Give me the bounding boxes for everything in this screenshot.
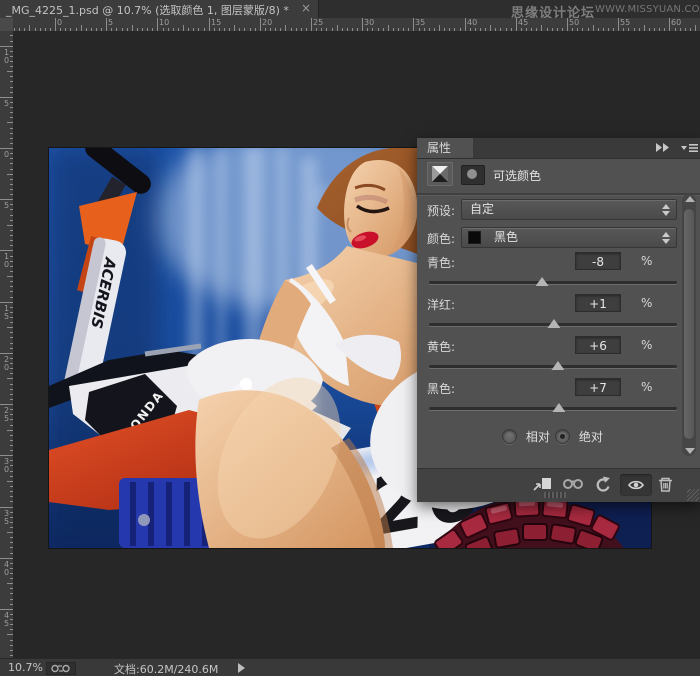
- preset-value: 自定: [470, 202, 494, 216]
- yellow-label: 黄色:: [427, 338, 455, 355]
- panel-resize-grip[interactable]: [544, 492, 566, 498]
- magenta-slider-thumb[interactable]: [547, 319, 560, 328]
- panel-menu-icon[interactable]: [681, 142, 698, 154]
- preset-select[interactable]: 自定: [461, 199, 677, 220]
- yellow-value-input[interactable]: +6: [575, 336, 621, 354]
- magenta-unit: %: [641, 296, 652, 310]
- color-select[interactable]: 黑色: [461, 227, 677, 248]
- yellow-slider-track[interactable]: [429, 365, 677, 368]
- statusbar: 10.7% 文档:60.2M/240.6M: [0, 658, 700, 676]
- photoshop-window: _MG_4225_1.psd @ 10.7% (选取颜色 1, 图层蒙版/8) …: [0, 0, 700, 676]
- document-title: _MG_4225_1.psd @ 10.7% (选取颜色 1, 图层蒙版/8) …: [6, 2, 289, 18]
- radio-relative-circle[interactable]: [502, 429, 517, 444]
- radio-relative[interactable]: 相对: [502, 428, 550, 444]
- eye-icon: [628, 479, 644, 491]
- layer-mask-icon[interactable]: [461, 165, 485, 185]
- selective-color-icon[interactable]: [427, 162, 453, 186]
- radio-absolute[interactable]: 绝对: [555, 428, 603, 444]
- zoom-level-field[interactable]: 10.7%: [8, 661, 43, 674]
- black-slider-track[interactable]: [429, 407, 677, 410]
- titlebar: _MG_4225_1.psd @ 10.7% (选取颜色 1, 图层蒙版/8) …: [0, 0, 700, 18]
- panel-scrollbar-thumb[interactable]: [683, 208, 695, 440]
- scroll-down-icon[interactable]: [685, 448, 695, 454]
- top-ruler[interactable]: 051015202530354045505560: [13, 18, 700, 32]
- cyan-slider-track[interactable]: [429, 281, 677, 284]
- magenta-value-input[interactable]: +1: [575, 294, 621, 312]
- black-unit: %: [641, 380, 652, 394]
- panel-corner-grip[interactable]: [687, 489, 699, 501]
- collapse-panel-icon[interactable]: [655, 142, 670, 153]
- updown-arrows-icon: [662, 203, 671, 217]
- color-swatch: [468, 231, 481, 244]
- document-size-info: 文档:60.2M/240.6M: [114, 661, 218, 676]
- properties-panel: 属性 可选颜色 预设: 自定: [417, 138, 700, 502]
- delete-adjustment-icon[interactable]: [657, 476, 679, 494]
- status-menu-arrow-icon[interactable]: [238, 663, 245, 673]
- magenta-slider-track[interactable]: [429, 323, 677, 326]
- color-label: 颜色:: [427, 230, 455, 247]
- cyan-slider-thumb[interactable]: [536, 277, 549, 286]
- document-tab[interactable]: _MG_4225_1.psd @ 10.7% (选取颜色 1, 图层蒙版/8) …: [0, 0, 319, 18]
- status-gears-icon: [46, 662, 76, 675]
- updown-arrows-icon: [662, 231, 671, 245]
- yellow-unit: %: [641, 338, 652, 352]
- cyan-value-input[interactable]: -8: [575, 252, 621, 270]
- magenta-label: 洋红:: [427, 296, 455, 313]
- toggle-visibility-button[interactable]: [620, 474, 652, 496]
- reset-adjustment-icon[interactable]: [593, 476, 615, 494]
- divider: [417, 193, 700, 196]
- black-slider-thumb[interactable]: [552, 403, 565, 412]
- close-icon[interactable]: ×: [301, 1, 311, 15]
- tab-properties[interactable]: 属性: [417, 138, 473, 158]
- adjustment-title: 可选颜色: [493, 167, 541, 184]
- radio-absolute-circle[interactable]: [555, 429, 570, 444]
- black-label: 黑色:: [427, 380, 455, 397]
- scroll-up-icon[interactable]: [685, 196, 695, 202]
- radio-relative-label: 相对: [526, 428, 550, 445]
- cyan-label: 青色:: [427, 254, 455, 271]
- watermark-url: WWW.MISSYUAN.COM: [595, 4, 700, 15]
- yellow-slider-thumb[interactable]: [551, 361, 564, 370]
- panel-bottom-bar: [417, 468, 700, 502]
- preset-label: 预设:: [427, 202, 455, 219]
- radio-absolute-label: 绝对: [579, 428, 603, 445]
- left-ruler[interactable]: 105051015202530354045: [0, 31, 14, 658]
- cyan-unit: %: [641, 254, 652, 268]
- ruler-corner: [0, 18, 14, 32]
- black-value-input[interactable]: +7: [575, 378, 621, 396]
- panel-header: 属性: [417, 138, 700, 159]
